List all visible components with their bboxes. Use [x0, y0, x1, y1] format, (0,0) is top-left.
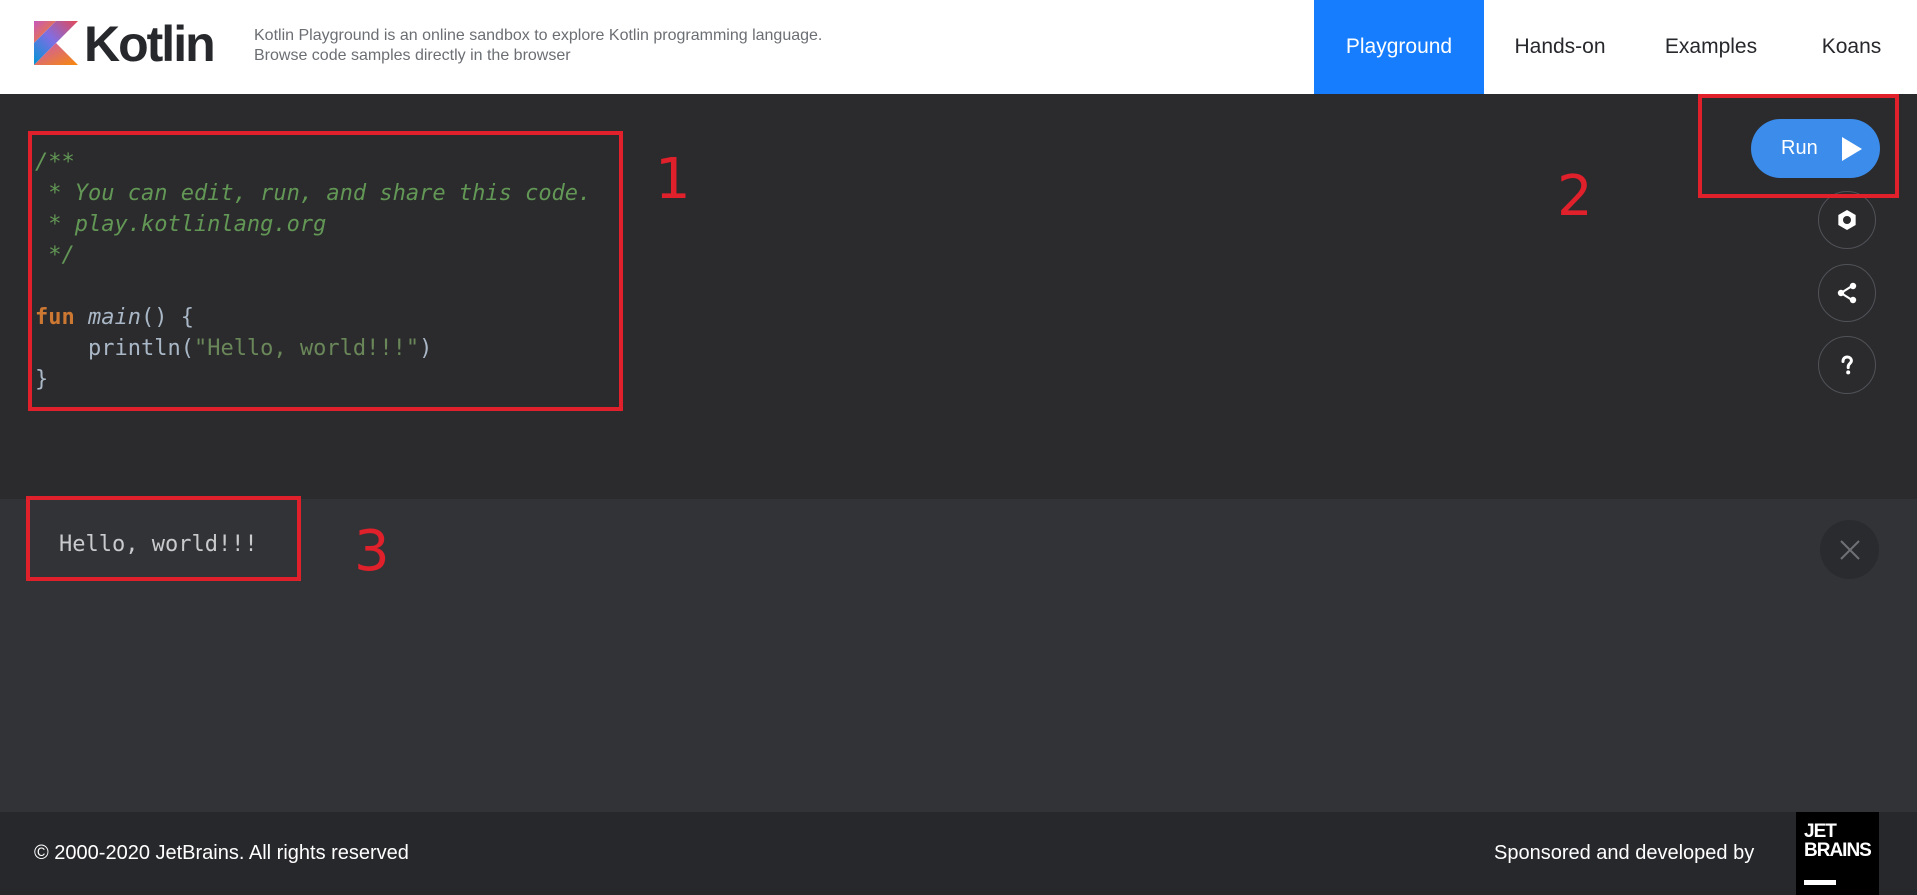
annotation-box-run — [1698, 94, 1899, 198]
annotation-number: 1 — [655, 147, 691, 212]
annotation-box-code — [28, 131, 623, 411]
nav-playground[interactable]: Playground — [1314, 0, 1484, 94]
nav-examples[interactable]: Examples — [1636, 0, 1786, 94]
tagline: Kotlin Playground is an online sandbox t… — [254, 27, 823, 64]
annotation-number: 2 — [1557, 164, 1593, 229]
nav-koans[interactable]: Koans — [1786, 0, 1917, 94]
share-icon — [1837, 282, 1857, 304]
annotation-box-output — [26, 496, 301, 581]
kotlin-logo-icon[interactable] — [34, 21, 78, 65]
help-icon — [1841, 355, 1853, 375]
sponsored-text: Sponsored and developed by — [1494, 842, 1755, 864]
copyright-text: © 2000-2020 JetBrains. All rights reserv… — [34, 842, 409, 864]
jetbrains-logo[interactable]: JET BRAINS — [1796, 812, 1879, 895]
jetbrains-logo-text: JET BRAINS — [1804, 821, 1872, 861]
share-button[interactable] — [1818, 264, 1876, 322]
close-output-button[interactable] — [1820, 520, 1879, 579]
close-icon — [1839, 539, 1860, 560]
jetbrains-logo-bar — [1804, 880, 1836, 885]
settings-button[interactable] — [1818, 191, 1876, 249]
logo-text[interactable]: Kotlin — [84, 14, 216, 74]
top-nav: Playground Hands-on Examples Koans — [1314, 0, 1917, 94]
header: Kotlin Kotlin Playground is an online sa… — [0, 0, 1917, 94]
help-button[interactable] — [1818, 336, 1876, 394]
annotation-number: 3 — [354, 519, 390, 584]
nav-hands-on[interactable]: Hands-on — [1484, 0, 1636, 94]
settings-icon — [1838, 210, 1856, 230]
footer: © 2000-2020 JetBrains. All rights reserv… — [0, 812, 1917, 895]
